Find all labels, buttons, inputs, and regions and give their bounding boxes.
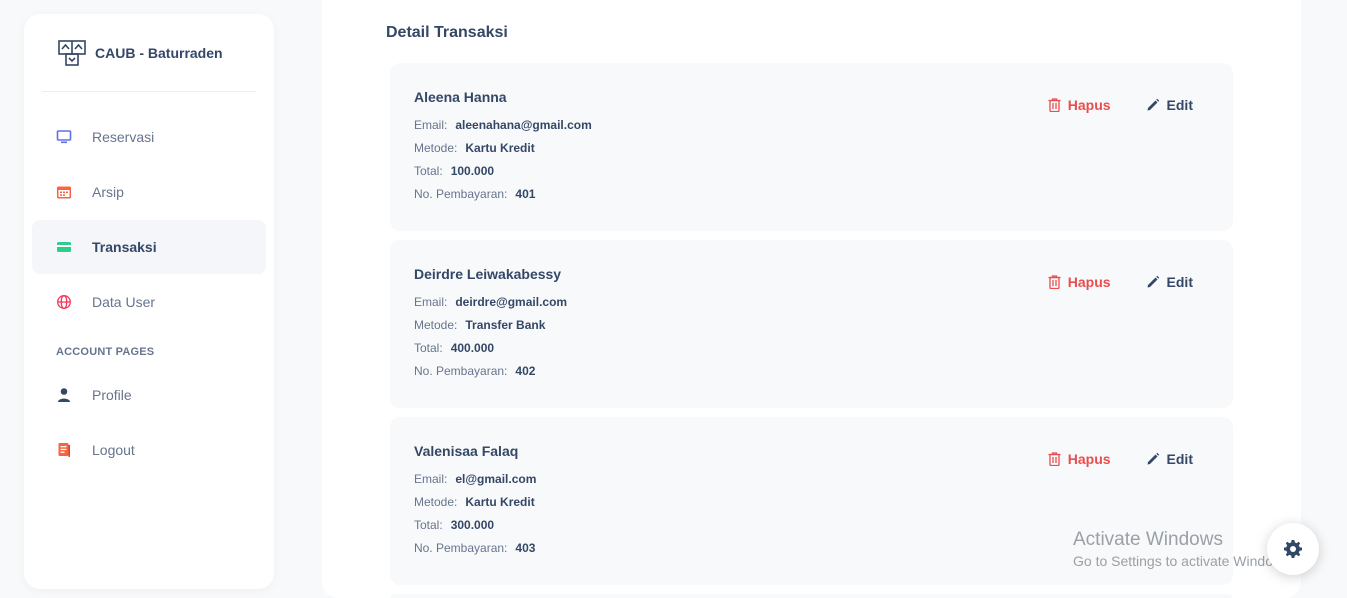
sidebar-item-data-user[interactable]: Data User — [32, 275, 266, 329]
account-pages-heading: ACCOUNT PAGES — [56, 346, 155, 358]
payment-no-value: 401 — [515, 187, 536, 201]
pencil-icon — [1147, 98, 1159, 111]
email-value: deirdre@gmail.com — [455, 295, 568, 309]
total-value: 100.000 — [450, 164, 495, 178]
building-logo-icon — [57, 38, 87, 68]
payment-no-label: No. Pembayaran: — [414, 364, 508, 378]
sidebar-item-logout[interactable]: Logout — [32, 423, 266, 477]
email-row: Email: deirdre@gmail.com — [414, 295, 1209, 318]
email-row: Email: el@gmail.com — [414, 472, 1209, 495]
edit-label: Edit — [1166, 274, 1193, 290]
payment-no-label: No. Pembayaran: — [414, 187, 508, 201]
trash-icon — [1048, 452, 1061, 466]
user-icon — [56, 387, 72, 403]
transaction-actions: Hapus Edit — [1048, 451, 1193, 467]
calendar-icon — [56, 184, 72, 200]
pencil-icon — [1147, 275, 1159, 288]
edit-label: Edit — [1166, 451, 1193, 467]
edit-button[interactable]: Edit — [1146, 274, 1193, 290]
watermark-subtitle: Go to Settings to activate Windows. — [1073, 553, 1294, 569]
method-label: Metode: — [414, 495, 458, 509]
email-label: Email: — [414, 295, 448, 309]
total-label: Total: — [414, 341, 443, 355]
sidebar: CAUB - Baturraden Reservasi Arsip Transa… — [24, 14, 274, 589]
method-label: Metode: — [414, 141, 458, 155]
method-value: Transfer Bank — [465, 318, 546, 332]
sidebar-item-profile[interactable]: Profile — [32, 368, 266, 422]
sidebar-item-label: Transaksi — [92, 239, 157, 255]
globe-icon — [56, 294, 72, 310]
delete-label: Hapus — [1067, 274, 1111, 290]
sidebar-item-reservasi[interactable]: Reservasi — [32, 110, 266, 164]
delete-label: Hapus — [1067, 97, 1111, 113]
total-label: Total: — [414, 518, 443, 532]
pencil-icon — [1147, 452, 1159, 465]
edit-button[interactable]: Edit — [1146, 451, 1193, 467]
page-title: Detail Transaksi — [386, 24, 508, 41]
sidebar-item-transaksi[interactable]: Transaksi — [32, 220, 266, 274]
brand[interactable]: CAUB - Baturraden — [42, 14, 256, 92]
method-row: Metode: Transfer Bank — [414, 318, 1209, 341]
document-icon — [56, 442, 72, 458]
main-card: Detail Transaksi Aleena Hanna Email: alee… — [322, 0, 1301, 598]
sidebar-item-label: Arsip — [92, 184, 124, 200]
transaction-list: Aleena Hanna Email: aleenahana@gmail.com … — [390, 63, 1233, 594]
total-value: 300.000 — [450, 518, 495, 532]
sidebar-item-label: Logout — [92, 442, 135, 458]
edit-label: Edit — [1166, 97, 1193, 113]
payment-no-row: No. Pembayaran: 402 — [414, 364, 1209, 387]
method-value: Kartu Kredit — [465, 141, 535, 155]
method-row: Metode: Kartu Kredit — [414, 495, 1209, 518]
email-row: Email: aleenahana@gmail.com — [414, 118, 1209, 141]
monitor-icon — [56, 129, 72, 145]
sidebar-item-arsip[interactable]: Arsip — [32, 165, 266, 219]
brand-name: CAUB - Baturraden — [95, 44, 223, 61]
email-value: el@gmail.com — [455, 472, 537, 486]
edit-button[interactable]: Edit — [1146, 97, 1193, 113]
email-label: Email: — [414, 118, 448, 132]
total-row: Total: 400.000 — [414, 341, 1209, 364]
total-label: Total: — [414, 164, 443, 178]
method-label: Metode: — [414, 318, 458, 332]
method-row: Metode: Kartu Kredit — [414, 141, 1209, 164]
sidebar-item-label: Reservasi — [92, 129, 155, 145]
delete-label: Hapus — [1067, 451, 1111, 467]
payment-no-label: No. Pembayaran: — [414, 541, 508, 555]
transaction-item: Aleena Hanna Email: aleenahana@gmail.com … — [390, 63, 1233, 231]
settings-button[interactable] — [1267, 523, 1319, 575]
transaction-actions: Hapus Edit — [1048, 97, 1193, 113]
total-row: Total: 100.000 — [414, 164, 1209, 187]
email-value: aleenahana@gmail.com — [455, 118, 592, 132]
transaction-item: Deirdre Leiwakabessy Email: deirdre@gmail… — [390, 240, 1233, 408]
payment-no-value: 402 — [515, 364, 536, 378]
credit-card-icon — [56, 239, 72, 255]
transaction-item-partial — [390, 594, 1233, 598]
delete-button[interactable]: Hapus — [1048, 97, 1111, 113]
sidebar-nav: Reservasi Arsip Transaksi Data User ACCO… — [24, 92, 274, 477]
method-value: Kartu Kredit — [465, 495, 535, 509]
watermark-title: Activate Windows — [1073, 529, 1223, 550]
sidebar-item-label: Profile — [92, 387, 132, 403]
trash-icon — [1048, 98, 1061, 112]
trash-icon — [1048, 275, 1061, 289]
delete-button[interactable]: Hapus — [1048, 274, 1111, 290]
windows-activation-watermark: Activate Windows Go to Settings to activ… — [1073, 529, 1294, 569]
gear-icon — [1284, 540, 1302, 558]
email-label: Email: — [414, 472, 448, 486]
total-value: 400.000 — [450, 341, 495, 355]
transaction-actions: Hapus Edit — [1048, 274, 1193, 290]
payment-no-value: 403 — [515, 541, 536, 555]
payment-no-row: No. Pembayaran: 401 — [414, 187, 1209, 210]
sidebar-item-label: Data User — [92, 294, 156, 310]
delete-button[interactable]: Hapus — [1048, 451, 1111, 467]
